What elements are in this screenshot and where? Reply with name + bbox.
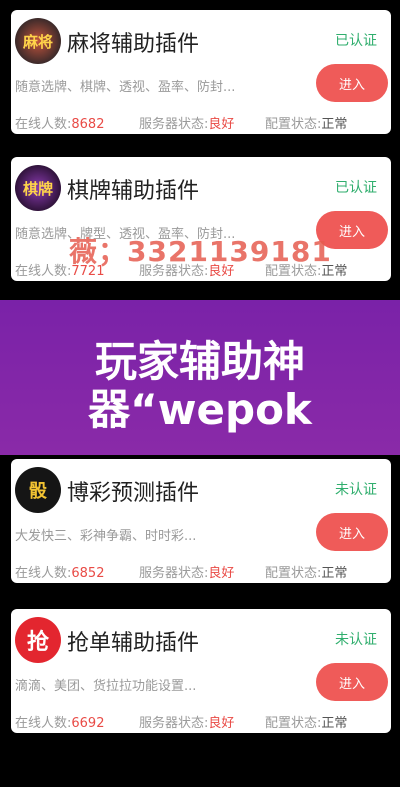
plugin-description: 滴滴、美团、货拉拉功能设置... bbox=[15, 679, 197, 694]
enter-button[interactable]: 进入 bbox=[316, 513, 388, 551]
plugin-card-mahjong: 麻将 麻将辅助插件 已认证 随意选牌、棋牌、透视、盈率、防封... 进入 在线人… bbox=[11, 10, 391, 134]
plugin-card-grab-order: 抢 抢单辅助插件 未认证 滴滴、美团、货拉拉功能设置... 进入 在线人数:66… bbox=[11, 609, 391, 733]
enter-button[interactable]: 进入 bbox=[316, 663, 388, 701]
plugin-title: 棋牌辅助插件 bbox=[67, 179, 200, 204]
plugin-title: 博彩预测插件 bbox=[67, 481, 200, 506]
mahjong-icon: 麻将 bbox=[15, 18, 61, 64]
poker-icon: 棋牌 bbox=[15, 165, 61, 211]
plugin-title: 抢单辅助插件 bbox=[67, 631, 200, 656]
banner-headline: 玩家辅助神 器“wepok bbox=[88, 337, 312, 434]
dice-icon: 骰 bbox=[15, 467, 61, 513]
plugin-description: 随意选牌、棋牌、透视、盈率、防封... bbox=[15, 80, 236, 95]
contact-watermark: 薇；3321139181 bbox=[69, 235, 332, 268]
verification-badge: 未认证 bbox=[335, 482, 377, 498]
verification-badge: 未认证 bbox=[335, 632, 377, 648]
verification-badge: 已认证 bbox=[335, 180, 377, 196]
grab-order-icon: 抢 bbox=[15, 617, 61, 663]
plugin-title: 麻将辅助插件 bbox=[67, 32, 200, 57]
verification-badge: 已认证 bbox=[335, 33, 377, 49]
plugin-description: 大发快三、彩神争霸、时时彩... bbox=[15, 529, 197, 544]
promo-banner: 玩家辅助神 器“wepok bbox=[0, 300, 400, 455]
enter-button[interactable]: 进入 bbox=[316, 64, 388, 102]
plugin-card-lottery: 骰 博彩预测插件 未认证 大发快三、彩神争霸、时时彩... 进入 在线人数:68… bbox=[11, 459, 391, 583]
